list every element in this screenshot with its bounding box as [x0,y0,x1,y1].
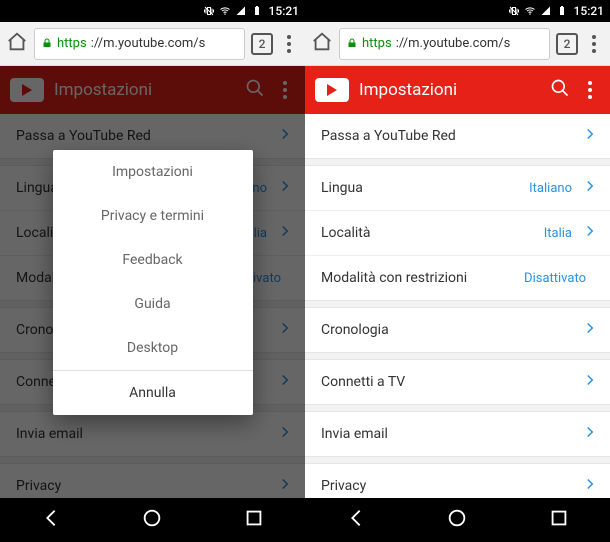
browser-bar: https ://m.youtube.com/s 2 [305,22,610,66]
chevron-right-icon [586,225,594,241]
row-connect-tv[interactable]: Connetti a TV [305,360,610,404]
nav-bar [0,498,305,542]
row-label: Invia email [321,426,388,442]
nav-recents-button[interactable] [243,507,265,533]
page-title: Impostazioni [359,80,540,100]
lock-icon [346,34,358,53]
status-bar: 15:21 [0,0,305,22]
clock: 15:21 [269,4,299,18]
row-history[interactable]: Cronologia [305,308,610,352]
chevron-right-icon [586,374,594,390]
popup-item-feedback[interactable]: Feedback [53,238,253,282]
signal-icon [235,5,247,17]
popup-menu: Impostazioni Privacy e termini Feedback … [53,150,253,415]
browser-menu-button[interactable] [279,35,299,53]
row-label: Privacy [321,478,366,494]
url-scheme: https [362,36,392,51]
url-scheme: https [57,36,87,51]
battery-icon [556,5,568,17]
signal-icon [540,5,552,17]
popup-item-desktop[interactable]: Desktop [53,326,253,370]
popup-cancel-button[interactable]: Annulla [53,370,253,415]
modal-overlay[interactable]: Impostazioni Privacy e termini Feedback … [0,66,305,498]
separator [305,158,610,166]
app-header: Impostazioni [305,66,610,114]
home-button[interactable] [6,31,28,57]
tab-count[interactable]: 2 [251,33,273,55]
row-label: Passa a YouTube Red [321,128,456,144]
clock: 15:21 [574,4,604,18]
chevron-right-icon [586,180,594,196]
wifi-icon [219,5,231,17]
browser-bar: https ://m.youtube.com/s 2 [0,22,305,66]
row-label: Cronologia [321,322,389,338]
url-box[interactable]: https ://m.youtube.com/s [339,28,550,60]
phone-left: 15:21 https ://m.youtube.com/s 2 Impostaz… [0,0,305,542]
row-value: Italiano [529,181,572,196]
battery-icon [251,5,263,17]
chevron-right-icon [586,128,594,144]
nav-recents-button[interactable] [548,507,570,533]
status-bar: 15:21 [305,0,610,22]
nav-back-button[interactable] [345,507,367,533]
row-locale[interactable]: Località Italia [305,211,610,255]
row-youtube-red[interactable]: Passa a YouTube Red [305,114,610,158]
nav-home-button[interactable] [446,507,468,533]
row-value: Italia [544,226,572,241]
chevron-right-icon [586,478,594,494]
settings-list: Passa a YouTube Red Lingua Italiano Local… [305,114,610,498]
nav-home-button[interactable] [141,507,163,533]
chevron-right-icon [586,426,594,442]
row-privacy[interactable]: Privacy [305,464,610,498]
popup-item-settings[interactable]: Impostazioni [53,150,253,194]
phone-right: 15:21 https ://m.youtube.com/s 2 Impostaz… [305,0,610,542]
url-box[interactable]: https ://m.youtube.com/s [34,28,245,60]
nav-bar [305,498,610,542]
row-send-email[interactable]: Invia email [305,412,610,456]
url-rest: ://m.youtube.com/s [91,36,206,51]
search-button[interactable] [550,78,570,102]
lock-icon [41,34,53,53]
wifi-icon [524,5,536,17]
popup-item-privacy-terms[interactable]: Privacy e termini [53,194,253,238]
youtube-logo[interactable] [315,78,349,102]
chevron-right-icon [586,322,594,338]
home-button[interactable] [311,31,333,57]
browser-menu-button[interactable] [584,35,604,53]
row-language[interactable]: Lingua Italiano [305,166,610,210]
row-label: Connetti a TV [321,374,405,390]
nav-back-button[interactable] [40,507,62,533]
row-restricted-mode[interactable]: Modalità con restrizioni Disattivato [305,256,610,300]
row-label: Modalità con restrizioni [321,270,467,286]
tab-count[interactable]: 2 [556,33,578,55]
app-menu-button[interactable] [580,81,600,99]
vibrate-icon [203,5,215,17]
row-value: Disattivato [524,271,586,286]
url-rest: ://m.youtube.com/s [396,36,511,51]
row-label: Località [321,225,370,241]
popup-item-help[interactable]: Guida [53,282,253,326]
row-label: Lingua [321,180,363,196]
vibrate-icon [508,5,520,17]
